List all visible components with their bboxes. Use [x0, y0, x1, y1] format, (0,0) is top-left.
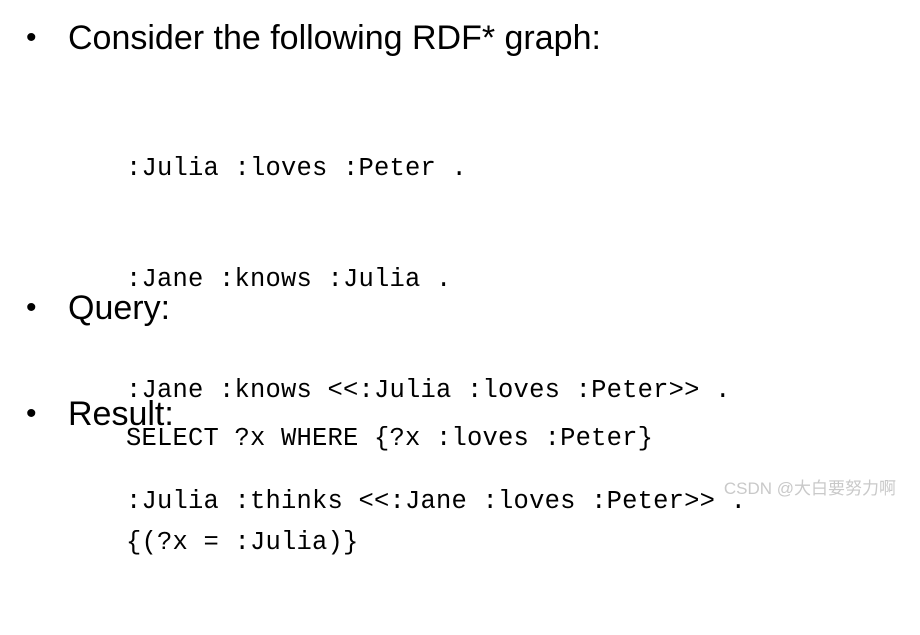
- query-result-code-block: {(?x = :Julia)}: [126, 450, 359, 635]
- bullet-marker-icon: •: [26, 397, 37, 430]
- bullet-label-result: Result:: [68, 395, 174, 433]
- code-line: :Julia :loves :Peter .: [126, 154, 468, 183]
- slide-canvas: • Consider the following RDF* graph: :Ju…: [0, 0, 920, 557]
- bullet-item-consider: • Consider the following RDF* graph:: [22, 18, 601, 58]
- bullet-label-consider: Consider the following RDF* graph:: [68, 19, 601, 57]
- bullet-marker-icon: •: [26, 21, 37, 54]
- bullet-marker-icon: •: [26, 291, 37, 324]
- csdn-watermark: CSDN @大白要努力啊: [723, 479, 896, 498]
- bullet-label-query: Query:: [68, 289, 171, 327]
- code-line: {(?x = :Julia)}: [126, 528, 359, 557]
- code-line: :Jane :knows :Julia .: [126, 265, 452, 294]
- bullet-item-result: • Result:: [22, 394, 174, 434]
- bullet-item-query: • Query:: [22, 288, 170, 328]
